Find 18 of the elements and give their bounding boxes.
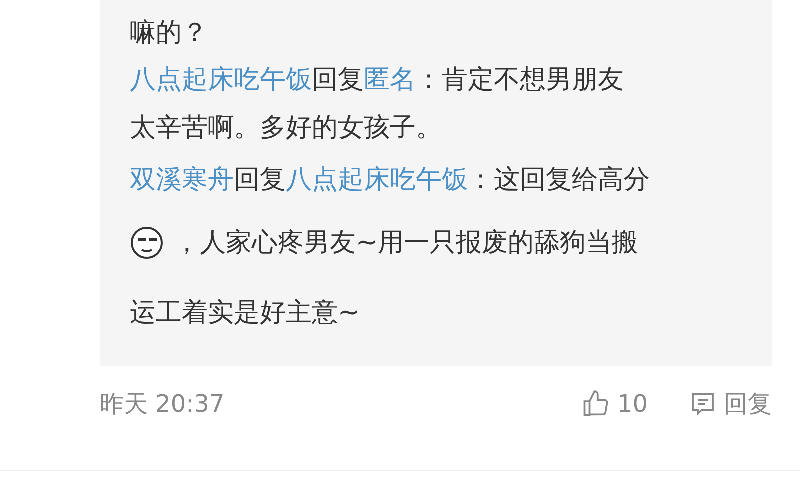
comment-text: 嘛的？ — [130, 17, 208, 50]
colon-text: ： — [468, 164, 494, 197]
username-link[interactable]: 八点起床吃午饭 — [286, 152, 468, 208]
username-link[interactable]: 双溪寒舟 — [130, 152, 234, 208]
timestamp: 昨天 20:37 — [100, 389, 226, 420]
reply-text: 这回复给高分 — [494, 164, 650, 197]
reply-text: 太辛苦啊。多好的女孩子。 — [130, 112, 442, 145]
reply-text: 运工着实是好主意~ — [130, 297, 360, 330]
emoji-icon — [130, 226, 164, 260]
colon-text: ： — [416, 64, 442, 97]
like-button[interactable]: 10 — [581, 389, 648, 419]
reply-button[interactable]: 回复 — [688, 388, 772, 420]
reply-text: 肯定不想男朋友 — [442, 64, 624, 97]
reply-text: ，人家心疼男友~用一只报废的舔狗当搬 — [174, 227, 638, 260]
username-link[interactable]: 匿名 — [364, 56, 416, 104]
reply-word: 回复 — [312, 64, 364, 97]
reply-word: 回复 — [234, 164, 286, 197]
username-link[interactable]: 八点起床吃午饭 — [130, 56, 312, 104]
